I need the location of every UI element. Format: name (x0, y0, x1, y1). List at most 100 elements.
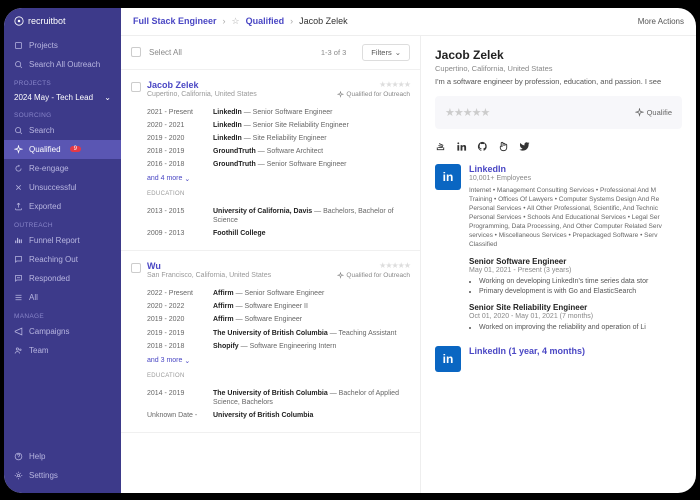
sidebar-item-re-engage[interactable]: Re-engage (4, 159, 121, 178)
breadcrumb-bar: Full Stack Engineer › ☆ Qualified › Jaco… (121, 8, 696, 36)
breadcrumb-stage[interactable]: Qualified (246, 16, 285, 26)
sidebar-item-team[interactable]: Team (4, 341, 121, 360)
candidate-list-pane: Select All 1-3 of 3 Filters ⌄ ★★★★★ Qual… (121, 36, 421, 493)
sidebar-item-projects[interactable]: Projects (4, 36, 121, 55)
linkedin-badge-icon[interactable]: in (435, 164, 461, 190)
exp-dates: 2019 - 2020 (147, 315, 207, 324)
sidebar-project-selector[interactable]: 2024 May - Tech Lead ⌄ (4, 89, 121, 106)
exp-company: Affirm (213, 316, 234, 323)
candidate-checkbox[interactable] (131, 263, 141, 273)
exp-dates: 2016 - 2018 (147, 160, 207, 169)
sidebar-item-label: Qualified (29, 145, 61, 154)
exp-title: — Software Architect (258, 148, 323, 155)
app-window: recruitbot Projects Search All Outreach P… (4, 8, 696, 493)
sidebar-item-reaching-out[interactable]: Reaching Out (4, 250, 121, 269)
company-size: 10,001+ Employees (469, 175, 682, 182)
exp-company: University of California, Davis (213, 208, 312, 215)
candidate-card[interactable]: ★★★★★ Qualified for Outreach Wu San Fran… (121, 251, 420, 433)
rating-stars[interactable]: ★★★★★ (445, 106, 489, 119)
exp-dates: 2020 - 2022 (147, 302, 207, 311)
experience-row: 2019 - 2019The University of British Col… (147, 327, 410, 340)
sidebar-item-unsuccessful[interactable]: Unsuccessful (4, 178, 121, 197)
sidebar-section-outreach: OUTREACH (4, 216, 121, 231)
content-split: Select All 1-3 of 3 Filters ⌄ ★★★★★ Qual… (121, 36, 696, 493)
show-more-link[interactable]: and 4 more ⌄ (147, 175, 410, 183)
experience-row: 2013 - 2015University of California, Dav… (147, 205, 410, 227)
exp-company: LinkedIn (213, 109, 242, 116)
sidebar-item-settings[interactable]: Settings (4, 466, 121, 485)
select-all-checkbox[interactable] (131, 47, 141, 57)
exp-title: — Site Reliability Engineer (244, 135, 327, 142)
exp-title: — Software Engineer (236, 316, 303, 323)
detail-bio: I'm a software engineer by profession, e… (435, 77, 682, 86)
sidebar-section-projects: PROJECTS (4, 74, 121, 89)
twitter-icon[interactable] (519, 141, 530, 152)
main-area: Full Stack Engineer › ☆ Qualified › Jaco… (121, 8, 696, 493)
sidebar-item-campaigns[interactable]: Campaigns (4, 322, 121, 341)
sidebar-item-all[interactable]: All (4, 288, 121, 307)
role-bullets: Working on developing LinkedIn's time se… (469, 278, 682, 295)
role-bullets: Worked on improving the reliability and … (469, 324, 682, 331)
chevron-down-icon: ⌄ (104, 93, 111, 102)
experience-row: 2020 - 2021LinkedIn — Senior Site Reliab… (147, 119, 410, 132)
filters-label: Filters (371, 48, 391, 57)
sidebar-item-label: Projects (29, 41, 58, 50)
star-icon: ☆ (232, 16, 240, 27)
github-icon[interactable] (477, 141, 488, 152)
experience-row: Unknown Date -University of British Colu… (147, 409, 410, 422)
nav-icon (14, 183, 23, 192)
nav-icon (14, 327, 23, 336)
tenure-summary: LinkedIn (1 year, 4 months) (469, 346, 682, 356)
rating-box: ★★★★★ Qualifie (435, 96, 682, 129)
exp-company: Affirm (213, 290, 234, 297)
rating-stars[interactable]: ★★★★★ (337, 80, 410, 89)
brand-logo[interactable]: recruitbot (4, 16, 121, 36)
filters-button[interactable]: Filters ⌄ (362, 44, 410, 61)
chevron-right-icon: › (290, 16, 293, 26)
nav-icon (14, 255, 23, 264)
qualified-badge[interactable]: Qualifie (635, 108, 672, 117)
sidebar-item-funnel-report[interactable]: Funnel Report (4, 231, 121, 250)
experience-row: 2009 - 2013Foothill College (147, 227, 410, 240)
sidebar-item-label: Campaigns (29, 327, 69, 336)
nav-icon (14, 274, 23, 283)
exp-dates: 2018 - 2019 (147, 147, 207, 156)
sidebar-item-search[interactable]: Search (4, 121, 121, 140)
company-link[interactable]: LinkedIn (469, 164, 682, 174)
linkedin-profile-block: in LinkedIn 10,001+ Employees Internet •… (435, 164, 682, 335)
more-actions-button[interactable]: More Actions (638, 17, 684, 26)
role-bullet: Working on developing LinkedIn's time se… (479, 278, 682, 285)
result-count: 1-3 of 3 (321, 48, 346, 57)
candidate-card[interactable]: ★★★★★ Qualified for Outreach Jacob Zelek… (121, 70, 420, 252)
education-label: EDUCATION (147, 191, 410, 197)
linkedin-icon[interactable] (456, 141, 467, 152)
sidebar-item-search-all-outreach[interactable]: Search All Outreach (4, 55, 121, 74)
chevron-right-icon: › (223, 16, 226, 26)
sidebar-item-responded[interactable]: Responded (4, 269, 121, 288)
role-title: Senior Software Engineer (469, 257, 682, 266)
stackoverflow-icon[interactable] (435, 141, 446, 152)
exp-title: — Senior Software Engineer (258, 161, 347, 168)
candidate-checkbox[interactable] (131, 82, 141, 92)
qualified-badge: Qualified for Outreach (337, 272, 410, 279)
sidebar-item-exported[interactable]: Exported (4, 197, 121, 216)
linkedin-badge-icon[interactable]: in (435, 346, 461, 372)
nav-icon (14, 236, 23, 245)
sidebar-item-qualified[interactable]: Qualified9 (4, 140, 121, 159)
exp-dates: 2020 - 2021 (147, 121, 207, 130)
rating-stars[interactable]: ★★★★★ (337, 261, 410, 270)
sidebar-item-label: All (29, 293, 38, 302)
sparkle-icon (337, 272, 344, 279)
chevron-down-icon: ⌄ (184, 357, 190, 365)
role-dates: Oct 01, 2020 - May 01, 2021 (7 months) (469, 313, 682, 320)
show-more-link[interactable]: and 3 more ⌄ (147, 357, 410, 365)
sidebar-item-label: Team (29, 346, 49, 355)
breadcrumb-current: Jacob Zelek (299, 16, 348, 26)
exp-dates: Unknown Date - (147, 411, 207, 420)
exp-company: GroundTruth (213, 161, 256, 168)
sidebar-item-help[interactable]: Help (4, 447, 121, 466)
select-all-label: Select All (149, 48, 182, 57)
peace-icon[interactable] (498, 141, 509, 152)
nav-icon (14, 164, 23, 173)
breadcrumb-project[interactable]: Full Stack Engineer (133, 16, 217, 26)
